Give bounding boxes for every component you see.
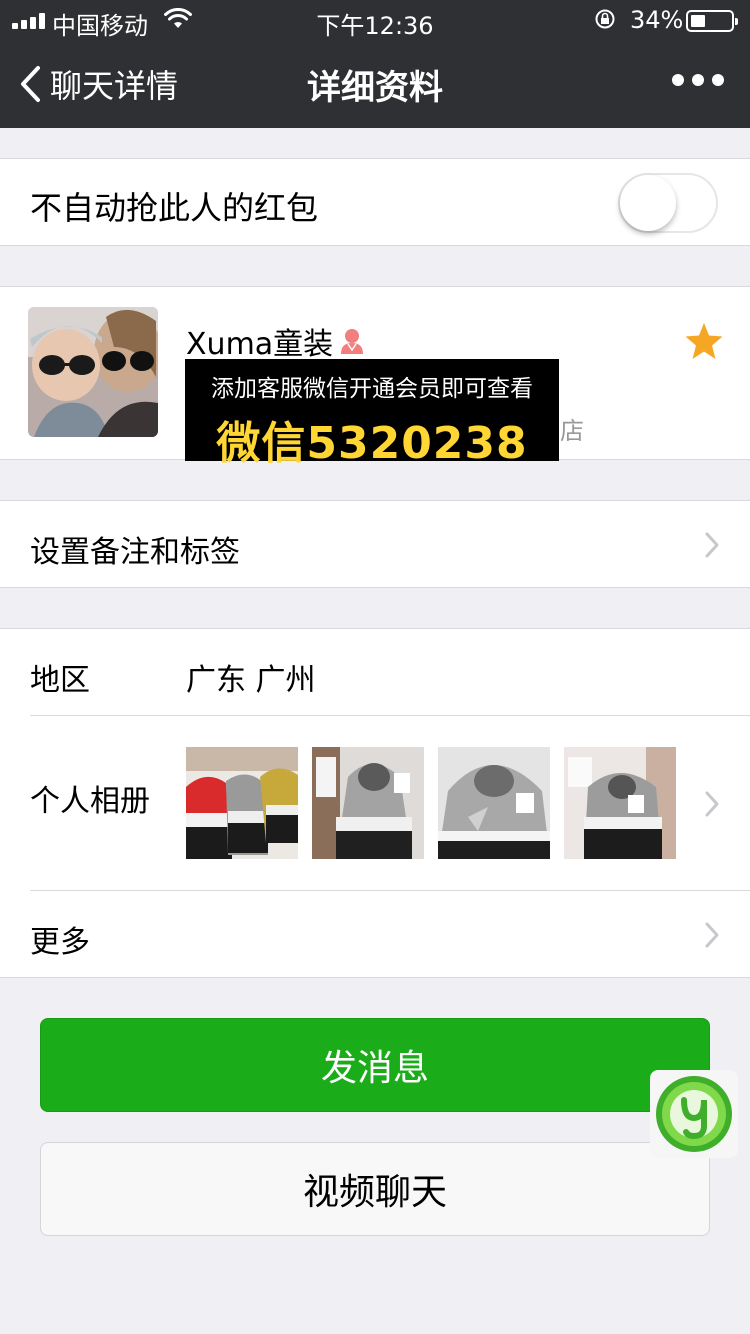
profile-name: Xuma童装	[186, 327, 334, 362]
battery-percent: 34%	[630, 6, 684, 34]
album-thumbnails	[186, 747, 676, 859]
star-icon[interactable]	[684, 321, 724, 361]
profile-name-row: Xuma童装	[186, 319, 367, 363]
chevron-right-icon	[705, 791, 719, 817]
avatar-photo	[28, 307, 158, 437]
battery-icon	[686, 10, 738, 32]
album-photo	[186, 747, 298, 859]
more-options-button[interactable]	[672, 74, 724, 86]
red-packet-label: 不自动抢此人的红包	[30, 189, 319, 227]
region-value: 广东 广州	[186, 663, 316, 698]
send-message-button[interactable]: 发消息	[40, 1018, 710, 1112]
album-label: 个人相册	[30, 784, 150, 819]
status-bar: 中国移动 下午12:36 34%	[0, 0, 750, 40]
remark-tags-cell[interactable]: 设置备注和标签	[0, 500, 750, 588]
chevron-right-icon	[705, 922, 719, 948]
avatar[interactable]	[28, 307, 158, 437]
promo-overlay: 添加客服微信开通会员即可查看 微信5320238	[185, 359, 559, 469]
app-logo-icon	[656, 1076, 732, 1152]
toggle-knob	[620, 175, 676, 231]
region-label: 地区	[30, 663, 90, 698]
chevron-right-icon	[705, 532, 719, 558]
video-chat-button[interactable]: 视频聊天	[40, 1142, 710, 1236]
page-title: 详细资料	[307, 68, 443, 108]
rotation-lock-icon	[595, 9, 615, 29]
album-cell[interactable]: 个人相册	[0, 716, 750, 890]
remark-tags-label: 设置备注和标签	[30, 535, 240, 570]
more-cell[interactable]: 更多	[0, 891, 750, 979]
red-packet-toggle[interactable]	[618, 173, 718, 233]
album-photo	[312, 747, 424, 859]
profile-card[interactable]: Xuma童装 添加客服微信开通会员即可查看 微信5320238 店	[0, 286, 750, 469]
promo-line-1: 添加客服微信开通会员即可查看	[211, 376, 533, 402]
red-packet-cell: 不自动抢此人的红包	[0, 158, 750, 246]
dot-icon	[692, 74, 704, 86]
album-photo	[564, 747, 676, 859]
info-group: 地区 广东 广州 个人相册 更多	[0, 628, 750, 978]
album-photo	[438, 747, 550, 859]
floating-app-icon[interactable]	[650, 1070, 738, 1158]
more-label: 更多	[30, 925, 90, 960]
dot-icon	[672, 74, 684, 86]
dot-icon	[712, 74, 724, 86]
female-icon	[341, 329, 364, 354]
promo-line-2: 微信5320238	[216, 418, 528, 469]
profile-subtitle-fragment: 店	[560, 417, 584, 445]
top-bar: 中国移动 下午12:36 34% 聊天详情 详细资料	[0, 0, 750, 128]
